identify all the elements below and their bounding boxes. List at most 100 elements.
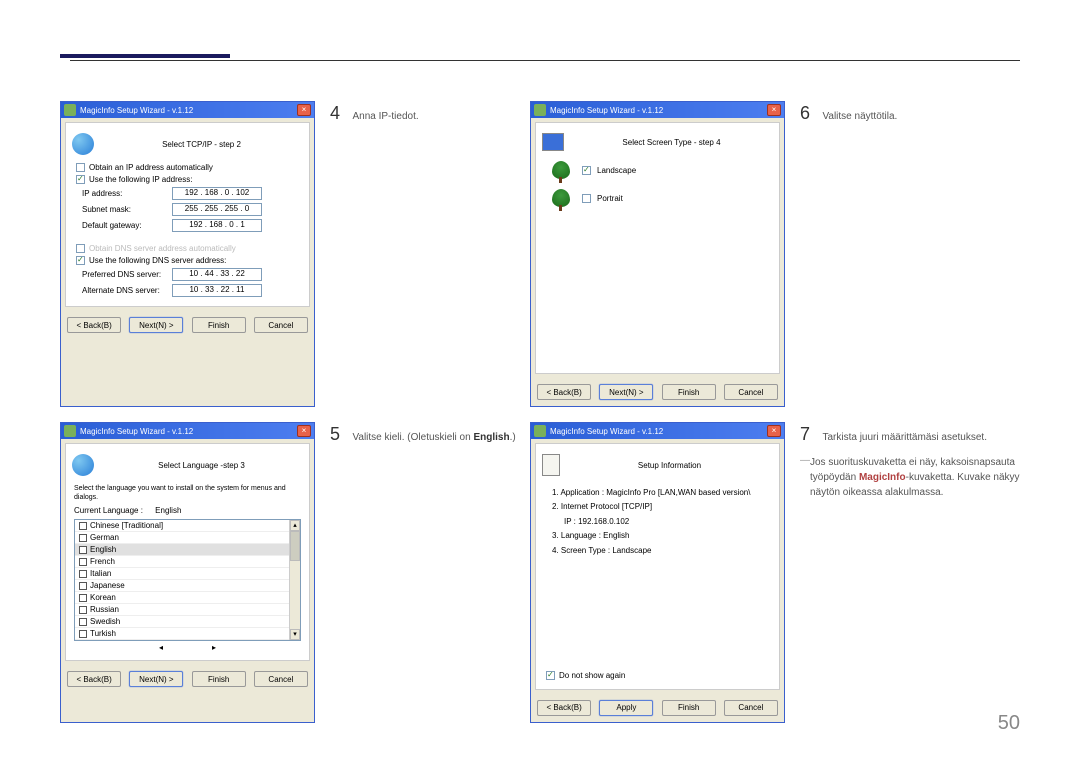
lang-item[interactable]: Turkish — [75, 628, 300, 640]
window-title: MagicInfo Setup Wizard - v.1.12 — [80, 427, 193, 436]
cancel-button[interactable]: Cancel — [724, 700, 778, 716]
checkbox-icon — [79, 534, 87, 542]
use-following-dns[interactable]: Use the following DNS server address: — [76, 256, 299, 265]
lang-item[interactable]: Swedish — [75, 616, 300, 628]
window-title: MagicInfo Setup Wizard - v.1.12 — [550, 427, 663, 436]
titlebar: MagicInfo Setup Wizard - v.1.12 × — [61, 423, 314, 439]
checkbox-icon — [582, 194, 591, 203]
lang-item[interactable]: Chinese [Traditional] — [75, 520, 300, 532]
setup-info: 1. Application : MagicInfo Pro [LAN,WAN … — [552, 486, 763, 558]
page-number: 50 — [998, 712, 1020, 735]
close-icon[interactable]: × — [297, 425, 311, 437]
language-list[interactable]: Chinese [Traditional]GermanEnglishFrench… — [74, 519, 301, 641]
checkbox-icon — [79, 630, 87, 638]
header-short-rule — [60, 54, 230, 58]
finish-button[interactable]: Finish — [662, 384, 716, 400]
checkbox-icon — [79, 582, 87, 590]
lang-item[interactable]: Japanese — [75, 580, 300, 592]
app-icon — [534, 425, 546, 437]
back-button[interactable]: < Back(B) — [67, 317, 121, 333]
checkbox-icon — [79, 594, 87, 602]
step6-caption: 6 Valitse näyttötila. — [800, 101, 1030, 407]
scroll-down-icon[interactable]: ▾ — [290, 629, 300, 640]
titlebar: MagicInfo Setup Wizard - v.1.12 × — [531, 423, 784, 439]
window-title: MagicInfo Setup Wizard - v.1.12 — [550, 106, 663, 115]
header-divider — [70, 60, 1020, 61]
cancel-button[interactable]: Cancel — [724, 384, 778, 400]
finish-button[interactable]: Finish — [192, 671, 246, 687]
app-icon — [64, 425, 76, 437]
landscape-option[interactable]: Landscape — [552, 161, 763, 179]
globe-icon — [72, 133, 94, 155]
step-header: Select Screen Type - step 4 — [542, 133, 773, 151]
checkbox-icon — [79, 522, 87, 530]
next-button[interactable]: Next(N) > — [599, 384, 653, 400]
checkbox-icon — [76, 256, 85, 265]
checkbox-icon — [79, 618, 87, 626]
dns1-input[interactable]: 10 . 44 . 33 . 22 — [172, 268, 262, 281]
next-button[interactable]: Next(N) > — [129, 671, 183, 687]
titlebar: MagicInfo Setup Wizard - v.1.12 × — [531, 102, 784, 118]
titlebar: MagicInfo Setup Wizard - v.1.12 × — [61, 102, 314, 118]
back-button[interactable]: < Back(B) — [537, 700, 591, 716]
lang-item[interactable]: English — [75, 544, 300, 556]
lang-item[interactable]: French — [75, 556, 300, 568]
lang-item[interactable]: Italian — [75, 568, 300, 580]
checkbox-icon — [76, 244, 85, 253]
lang-item[interactable]: Russian — [75, 604, 300, 616]
window-title: MagicInfo Setup Wizard - v.1.12 — [80, 106, 193, 115]
finish-button[interactable]: Finish — [662, 700, 716, 716]
step7-note: Jos suorituskuvaketta ei näy, kaksoisnap… — [810, 455, 1030, 500]
step-header: Select TCP/IP - step 2 — [72, 133, 303, 155]
use-following-ip[interactable]: Use the following IP address: — [76, 175, 299, 184]
cancel-button[interactable]: Cancel — [254, 671, 308, 687]
step7-caption: 7 Tarkista juuri määrittämäsi asetukset.… — [800, 422, 1030, 723]
wizard-step6: MagicInfo Setup Wizard - v.1.12 × Select… — [530, 101, 785, 407]
lang-item[interactable]: Chinese [Simplified] — [75, 640, 300, 641]
obtain-dns-auto: Obtain DNS server address automatically — [76, 244, 299, 253]
checkbox-icon — [79, 558, 87, 566]
lang-item[interactable]: Korean — [75, 592, 300, 604]
next-button[interactable]: Next(N) > — [129, 317, 183, 333]
step-header: Select Language -step 3 — [72, 454, 303, 476]
dash-icon: ― — [800, 455, 810, 500]
obtain-ip-auto[interactable]: Obtain an IP address automatically — [76, 163, 299, 172]
finish-button[interactable]: Finish — [192, 317, 246, 333]
monitor-icon — [542, 133, 564, 151]
checkbox-icon — [76, 163, 85, 172]
tree-icon — [552, 189, 570, 207]
app-icon — [64, 104, 76, 116]
close-icon[interactable]: × — [767, 425, 781, 437]
scrollbar[interactable]: ▴ ▾ — [289, 520, 300, 640]
checkbox-icon — [79, 606, 87, 614]
pointer-icon — [542, 454, 560, 476]
lang-item[interactable]: German — [75, 532, 300, 544]
back-button[interactable]: < Back(B) — [67, 671, 121, 687]
close-icon[interactable]: × — [297, 104, 311, 116]
apply-button[interactable]: Apply — [599, 700, 653, 716]
checkbox-icon — [79, 546, 87, 554]
globe-icon — [72, 454, 94, 476]
scroll-up-icon[interactable]: ▴ — [290, 520, 300, 531]
cancel-button[interactable]: Cancel — [254, 317, 308, 333]
ip-input[interactable]: 192 . 168 . 0 . 102 — [172, 187, 262, 200]
step5-caption: 5 Valitse kieli. (Oletuskieli on English… — [330, 422, 520, 723]
close-icon[interactable]: × — [767, 104, 781, 116]
checkbox-icon — [582, 166, 591, 175]
checkbox-icon — [79, 570, 87, 578]
wizard-step5: MagicInfo Setup Wizard - v.1.12 × Select… — [60, 422, 315, 723]
tree-icon — [552, 161, 570, 179]
do-not-show-again[interactable]: Do not show again — [546, 671, 769, 680]
step-header: Setup Information — [542, 454, 773, 476]
dns2-input[interactable]: 10 . 33 . 22 . 11 — [172, 284, 262, 297]
wizard-step4: MagicInfo Setup Wizard - v.1.12 × Select… — [60, 101, 315, 407]
checkbox-icon — [546, 671, 555, 680]
step4-caption: 4 Anna IP-tiedot. — [330, 101, 520, 407]
checkbox-icon — [76, 175, 85, 184]
subnet-input[interactable]: 255 . 255 . 255 . 0 — [172, 203, 262, 216]
back-button[interactable]: < Back(B) — [537, 384, 591, 400]
gateway-input[interactable]: 192 . 168 . 0 . 1 — [172, 219, 262, 232]
scroll-thumb[interactable] — [290, 531, 300, 561]
wizard-step7: MagicInfo Setup Wizard - v.1.12 × Setup … — [530, 422, 785, 723]
portrait-option[interactable]: Portrait — [552, 189, 763, 207]
